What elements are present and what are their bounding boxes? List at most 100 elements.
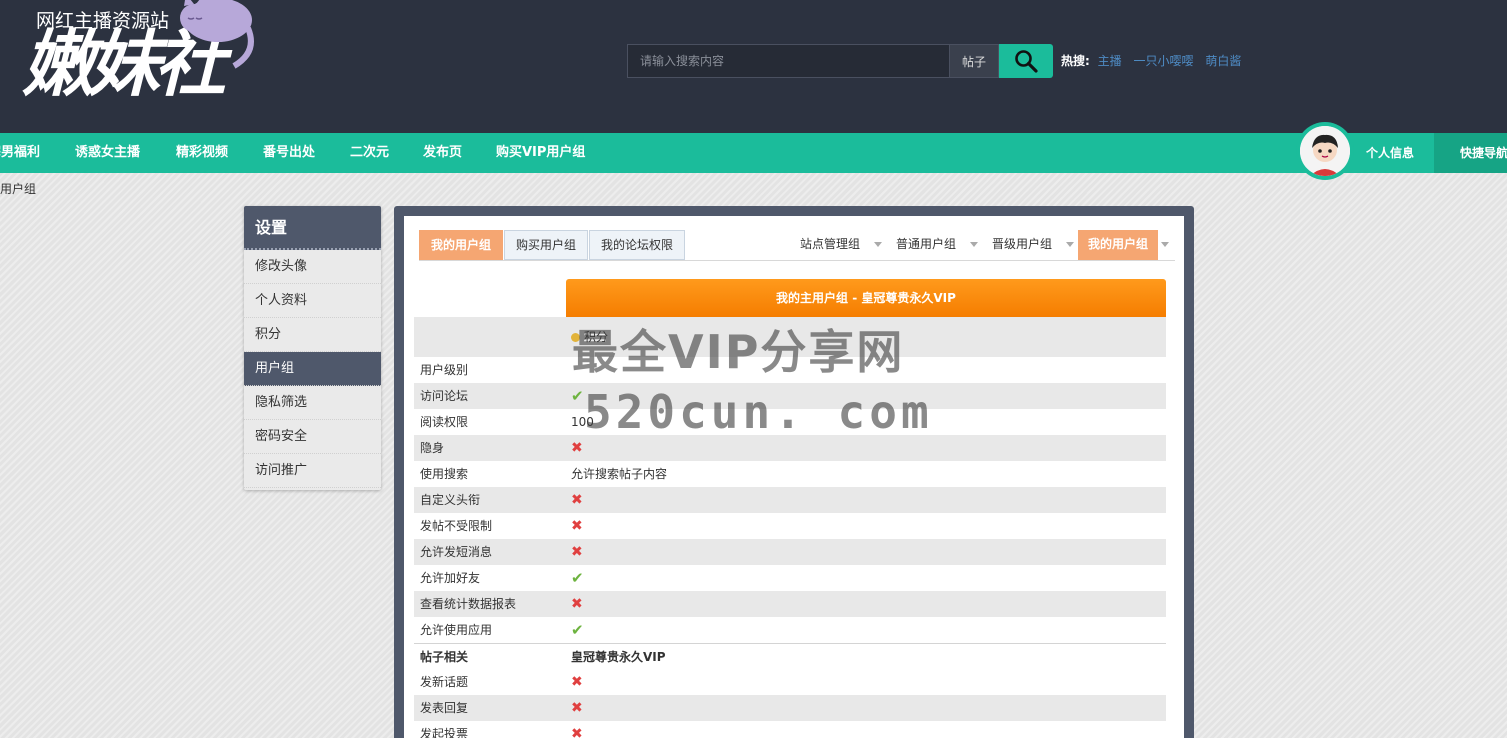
main-usergroup-header: 我的主用户组 - 皇冠尊贵永久VIP (566, 279, 1166, 317)
tab-my-usergroup[interactable]: 我的用户组 (419, 230, 504, 260)
nav-item[interactable]: 番号出处 (263, 133, 315, 173)
row-value: ✖ (566, 487, 1166, 513)
table-row: 发表回复 ✖ (414, 695, 1166, 721)
chevron-down-icon[interactable] (1066, 242, 1074, 247)
nav-profile-link[interactable]: 个人信息 (1366, 133, 1414, 173)
search-type-select[interactable]: 帖子 (949, 44, 999, 78)
hot-search-label: 热搜: (1061, 54, 1090, 68)
sidebar-item-profile[interactable]: 个人资料 (244, 284, 381, 318)
row-value: ✔ (566, 617, 1166, 643)
row-value: 允许搜索帖子内容 (571, 467, 668, 481)
sidebar-title: 设置 (244, 206, 381, 250)
row-label: 允许发短消息 (420, 545, 493, 559)
search-button[interactable] (999, 44, 1053, 78)
table-row: 使用搜索 允许搜索帖子内容 (414, 461, 1166, 487)
avatar (1300, 126, 1350, 176)
search-bar: 帖子 (627, 44, 1053, 78)
group-tab-admin[interactable]: 站点管理组 (800, 230, 860, 260)
table-row: 允许发短消息 ✖ (414, 539, 1166, 565)
nav-item[interactable]: 购买VIP用户组 (496, 133, 585, 173)
cross-icon: ✖ (571, 726, 583, 738)
sidebar-item-password[interactable]: 密码安全 (244, 420, 381, 454)
row-label: 允许加好友 (420, 571, 481, 585)
row-label: 发起投票 (420, 727, 469, 738)
row-label: 允许使用应用 (420, 623, 493, 637)
row-value: ✖ (566, 669, 1166, 695)
nav-item[interactable]: 二次元 (350, 133, 389, 173)
group-tab-normal[interactable]: 普通用户组 (896, 230, 956, 260)
group-tab-mine[interactable]: 我的用户组 (1078, 230, 1159, 260)
group-tab-promoted[interactable]: 晋级用户组 (992, 230, 1052, 260)
hot-search: 热搜: 主播 一只小嘤嘤 萌白酱 (1061, 52, 1249, 69)
quick-nav-button[interactable]: 快捷导航 (1434, 133, 1507, 173)
row-label: 查看统计数据报表 (420, 597, 517, 611)
watermark-line1: 最全VIP分享网 (572, 325, 905, 379)
table-row: 发起投票 ✖ (414, 721, 1166, 738)
row-value: ✔ (566, 565, 1166, 591)
check-icon: ✔ (571, 569, 584, 587)
check-icon: ✔ (571, 387, 584, 405)
row-label: 隐身 (420, 441, 445, 455)
table-row: 允许加好友 ✔ (414, 565, 1166, 591)
user-avatar[interactable] (1296, 122, 1354, 180)
table-row: 允许使用应用 ✔ (414, 617, 1166, 643)
site-header: 网红主播资源站 嫩妹社 帖子 热搜: 主播 一只小嘤嘤 萌白酱 (0, 0, 1507, 133)
watermark-line2: 520cun. com (584, 385, 933, 439)
cross-icon: ✖ (571, 544, 583, 560)
table-row: 发帖不受限制 ✖ (414, 513, 1166, 539)
row-value: ✖ (566, 591, 1166, 617)
row-label: 帖子相关 (420, 650, 469, 664)
table-row: 自定义头衔 ✖ (414, 487, 1166, 513)
breadcrumb[interactable]: 用户组 (0, 180, 36, 197)
row-label: 自定义头衔 (420, 493, 481, 507)
row-value: ✖ (566, 721, 1166, 738)
main-panel: 我的用户组 购买用户组 我的论坛权限 站点管理组 普通用户组 晋级用户组 我的用… (404, 216, 1184, 738)
chevron-down-icon[interactable] (1161, 242, 1169, 247)
sidebar-item-usergroup[interactable]: 用户组 (244, 352, 381, 386)
check-icon: ✔ (571, 621, 584, 639)
row-value: ✖ (566, 513, 1166, 539)
row-label: 阅读权限 (420, 415, 469, 429)
table-row: 查看统计数据报表 ✖ (414, 591, 1166, 617)
site-logo[interactable]: 网红主播资源站 嫩妹社 (18, 0, 254, 118)
avatar-face-icon (1300, 126, 1350, 176)
settings-sidebar: 设置 修改头像 个人资料 积分 用户组 隐私筛选 密码安全 访问推广 (244, 206, 381, 490)
cross-icon: ✖ (571, 674, 583, 690)
row-label: 用户级别 (420, 363, 469, 377)
row-label: 发表回复 (420, 701, 469, 715)
cross-icon: ✖ (571, 492, 583, 508)
row-label (414, 317, 566, 357)
row-label: 使用搜索 (420, 467, 469, 481)
cat-mascot-icon (180, 0, 254, 69)
hot-search-link[interactable]: 一只小嘤嘤 (1133, 54, 1193, 68)
tab-forum-permissions[interactable]: 我的论坛权限 (589, 230, 686, 260)
table-section-row: 帖子相关 皇冠尊贵永久VIP (414, 643, 1166, 669)
nav-item[interactable]: 精彩视频 (176, 133, 228, 173)
main-nav: 宅男福利 诱惑女主播 精彩视频 番号出处 二次元 发布页 购买VIP用户组 个人… (0, 133, 1507, 173)
search-input[interactable] (627, 44, 949, 78)
nav-item[interactable]: 宅男福利 (0, 133, 40, 173)
row-label: 访问论坛 (420, 389, 469, 403)
hot-search-link[interactable]: 萌白酱 (1205, 54, 1241, 68)
chevron-down-icon[interactable] (874, 242, 882, 247)
cross-icon: ✖ (571, 596, 583, 612)
row-label: 发帖不受限制 (420, 519, 493, 533)
row-value: ✖ (566, 539, 1166, 565)
nav-item[interactable]: 诱惑女主播 (75, 133, 140, 173)
cross-icon: ✖ (571, 518, 583, 534)
sidebar-item-avatar[interactable]: 修改头像 (244, 250, 381, 284)
sidebar-item-privacy[interactable]: 隐私筛选 (244, 386, 381, 420)
row-value: ✖ (566, 695, 1166, 721)
cross-icon: ✖ (571, 440, 583, 456)
search-icon (1015, 50, 1038, 73)
hot-search-link[interactable]: 主播 (1098, 54, 1122, 68)
row-value: 皇冠尊贵永久VIP (571, 650, 666, 664)
table-row: 发新话题 ✖ (414, 669, 1166, 695)
tab-bar: 我的用户组 购买用户组 我的论坛权限 站点管理组 普通用户组 晋级用户组 我的用… (419, 230, 1175, 261)
sidebar-item-credits[interactable]: 积分 (244, 318, 381, 352)
tab-buy-usergroup[interactable]: 购买用户组 (504, 230, 589, 260)
cross-icon: ✖ (571, 700, 583, 716)
nav-item[interactable]: 发布页 (423, 133, 462, 173)
sidebar-item-promotion[interactable]: 访问推广 (244, 454, 381, 488)
chevron-down-icon[interactable] (970, 242, 978, 247)
